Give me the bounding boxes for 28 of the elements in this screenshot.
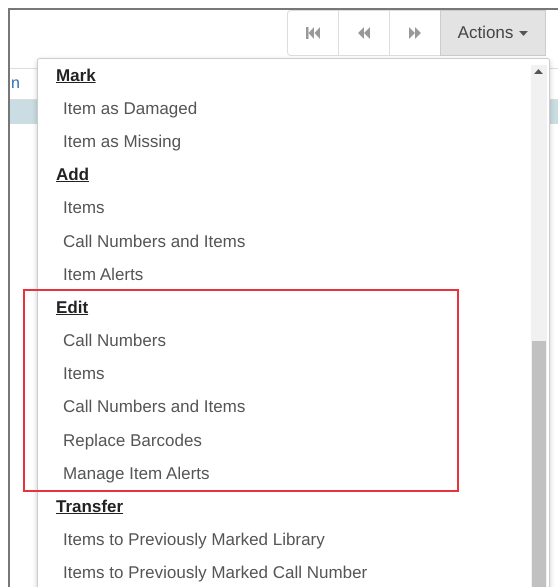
menu-item[interactable]: Item Alerts bbox=[63, 264, 144, 285]
column-header[interactable]: n bbox=[11, 75, 20, 93]
menu-item[interactable]: Item as Damaged bbox=[63, 98, 198, 119]
menu-item[interactable]: Call Numbers and Items bbox=[63, 397, 246, 418]
scroll-up-icon[interactable] bbox=[534, 69, 543, 74]
actions-button[interactable]: Actions bbox=[440, 10, 546, 56]
menu-heading: Edit bbox=[56, 298, 88, 318]
scrollbar[interactable] bbox=[531, 65, 547, 587]
menu-item[interactable]: Call Numbers bbox=[63, 331, 166, 352]
menu-item[interactable]: Items bbox=[63, 198, 105, 218]
menu-item[interactable]: Items to Previously Marked Library bbox=[63, 530, 325, 550]
menu-heading: Transfer bbox=[56, 497, 124, 518]
menu-heading: Mark bbox=[56, 66, 96, 86]
menu-item[interactable]: Item as Missing bbox=[63, 132, 182, 152]
menu-item[interactable]: Manage Item Alerts bbox=[63, 464, 210, 484]
scrollbar-thumb[interactable] bbox=[532, 341, 546, 587]
previous-page-button[interactable] bbox=[338, 10, 390, 56]
fast-forward-icon bbox=[407, 26, 423, 40]
first-icon bbox=[305, 26, 321, 40]
menu-item[interactable]: Items to Previously Marked Call Number bbox=[63, 563, 368, 584]
caret-icon bbox=[519, 30, 528, 36]
rewind-icon bbox=[356, 26, 372, 40]
next-page-button[interactable] bbox=[389, 10, 441, 56]
menu-item[interactable]: Items bbox=[63, 364, 105, 384]
menu-item[interactable]: Replace Barcodes bbox=[63, 430, 202, 451]
menu-item[interactable]: Call Numbers and Items bbox=[63, 232, 246, 252]
first-page-button[interactable] bbox=[287, 10, 339, 56]
menu-heading: Add bbox=[56, 165, 90, 186]
